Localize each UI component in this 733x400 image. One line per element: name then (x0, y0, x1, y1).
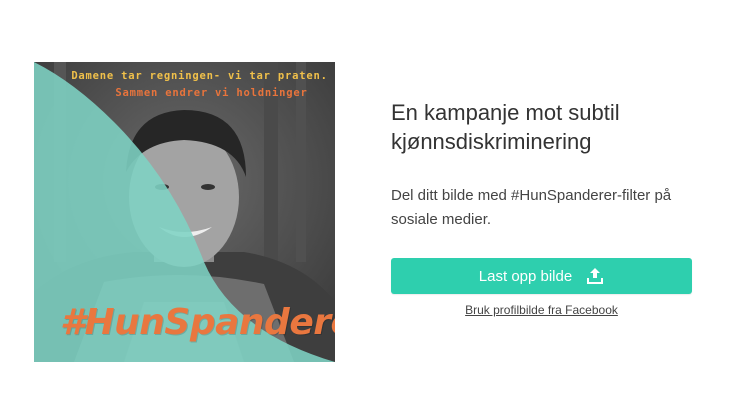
hashtag-overlay: #HunSpanderer (60, 302, 335, 343)
upload-button-label: Last opp bilde (478, 267, 573, 285)
caption-line-1: Damene tar regningen- vi tar praten. (71, 70, 328, 82)
page-title: En kampanje mot subtil kjønnsdiskriminer… (391, 100, 620, 154)
filter-preview-image: Damene tar regningen- vi tar praten. Sam… (34, 62, 335, 362)
campaign-description: Del ditt bilde med #HunSpanderer-filter … (391, 187, 672, 228)
upload-photo-button[interactable]: Last opp bilde (391, 258, 692, 294)
upload-icon (586, 267, 604, 285)
campaign-panel: En kampanje mot subtil kjønnsdiskriminer… (391, 98, 701, 232)
caption-line-2: Sammen endrer vi holdninger (115, 87, 308, 99)
facebook-profile-photo-link[interactable]: Bruk profilbilde fra Facebook (391, 303, 692, 317)
